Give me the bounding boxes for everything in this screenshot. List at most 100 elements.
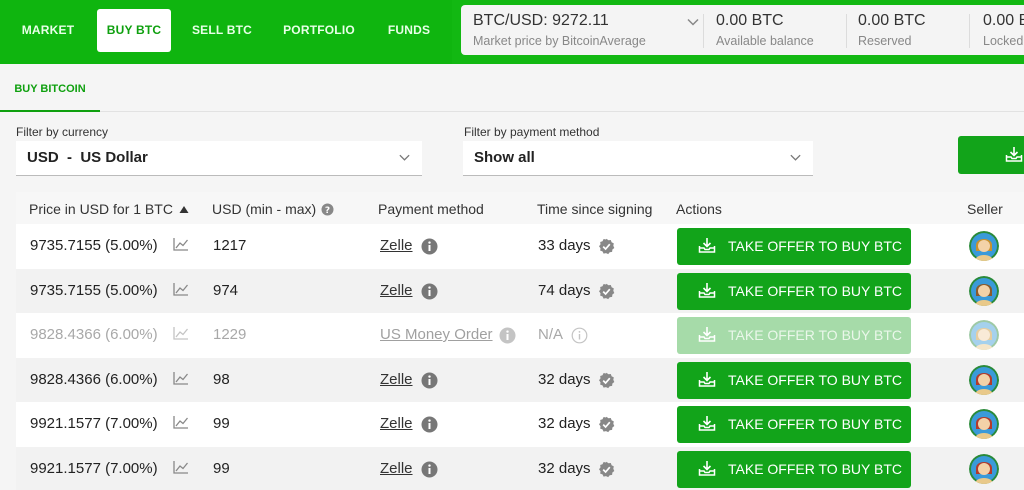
take-offer-button[interactable]: TAKE OFFER TO BUY BTC bbox=[677, 450, 911, 488]
chevron-down-icon bbox=[790, 154, 801, 161]
table-row: 9921.1577 (7.00%) 99 Zelle 32 days TAKE OFFE… bbox=[16, 402, 1024, 447]
verified-check-icon[interactable] bbox=[598, 372, 615, 389]
help-icon[interactable]: ? bbox=[321, 203, 334, 216]
trend-chart-icon[interactable] bbox=[173, 326, 189, 340]
chevron-down-icon bbox=[687, 18, 699, 26]
nav-sell-btc[interactable]: SELL BTC bbox=[186, 9, 258, 52]
offer-amount: 974 bbox=[213, 281, 239, 299]
currency-filter-select[interactable]: USD - US Dollar bbox=[16, 141, 422, 176]
market-price-selector[interactable]: BTC/USD: 9272.11 Market price by Bitcoin… bbox=[473, 5, 699, 55]
info-icon[interactable] bbox=[421, 461, 438, 478]
payment-method-link[interactable]: Zelle bbox=[380, 460, 413, 477]
divider bbox=[703, 14, 704, 48]
table-row: 9921.1577 (7.00%) 99 Zelle 32 days TAKE OFFE… bbox=[16, 446, 1024, 490]
tab-buy-bitcoin[interactable]: BUY BITCOIN bbox=[0, 64, 100, 112]
seller-avatar[interactable] bbox=[969, 409, 999, 439]
verified-check-icon[interactable] bbox=[598, 283, 615, 300]
offer-amount: 99 bbox=[213, 415, 230, 432]
payment-method-link[interactable]: Zelle bbox=[380, 371, 413, 388]
verified-check-icon[interactable] bbox=[598, 416, 615, 433]
header-payment: Payment method bbox=[378, 201, 484, 217]
payment-filter-label: Filter by payment method bbox=[464, 125, 600, 139]
header-amount-label: USD (min - max) bbox=[212, 201, 317, 217]
trend-chart-icon[interactable] bbox=[173, 371, 189, 385]
seller-avatar[interactable] bbox=[969, 320, 999, 350]
download-tray-icon bbox=[1005, 147, 1023, 162]
offer-amount: 98 bbox=[213, 370, 230, 388]
locked-balance: 0.00 BTC Locked bbox=[983, 5, 1024, 55]
verified-check-icon[interactable] bbox=[598, 238, 615, 255]
available-balance-label: Available balance bbox=[716, 34, 814, 48]
payment-method-link[interactable]: Zelle bbox=[380, 415, 413, 432]
payment-method-link[interactable]: Zelle bbox=[380, 237, 413, 254]
available-balance: 0.00 BTC Available balance bbox=[716, 5, 846, 55]
take-offer-label: TAKE OFFER TO BUY BTC bbox=[728, 460, 902, 477]
header-amount: USD (min - max)? bbox=[212, 201, 334, 217]
nav-market[interactable]: MARKET bbox=[12, 9, 84, 52]
offer-price: 9921.1577 (7.00%) bbox=[30, 415, 158, 432]
offer-price: 9828.4366 (6.00%) bbox=[30, 326, 158, 343]
info-icon[interactable] bbox=[421, 416, 438, 433]
nav-buy-btc[interactable]: BUY BTC bbox=[97, 9, 171, 52]
trend-chart-icon[interactable] bbox=[173, 460, 189, 474]
info-icon[interactable] bbox=[421, 238, 438, 255]
offer-amount: 1229 bbox=[213, 326, 247, 343]
offer-price: 9735.7155 (5.00%) bbox=[30, 237, 158, 254]
time-since-signing: N/A bbox=[538, 326, 564, 343]
create-offer-button[interactable] bbox=[958, 136, 1024, 174]
seller-avatar[interactable] bbox=[969, 453, 999, 484]
take-offer-button[interactable]: TAKE OFFER TO BUY BTC bbox=[677, 406, 911, 443]
time-since-signing: 74 days bbox=[538, 281, 591, 299]
payment-filter-select[interactable]: Show all bbox=[463, 141, 813, 176]
info-outline-icon[interactable] bbox=[571, 327, 588, 344]
download-tray-icon bbox=[698, 327, 716, 342]
table-row: 9828.4366 (6.00%) 98 Zelle 32 days TAKE OFFE… bbox=[16, 357, 1024, 402]
svg-text:?: ? bbox=[325, 206, 330, 216]
download-tray-icon bbox=[698, 416, 716, 431]
nav-funds[interactable]: FUNDS bbox=[380, 9, 438, 52]
header-seller: Seller bbox=[967, 201, 1003, 217]
take-offer-button[interactable]: TAKE OFFER TO BUY BTC bbox=[677, 361, 911, 399]
verified-check-icon[interactable] bbox=[598, 461, 615, 478]
nav-portfolio[interactable]: PORTFOLIO bbox=[276, 9, 362, 52]
take-offer-button[interactable]: TAKE OFFER TO BUY BTC bbox=[677, 317, 911, 354]
sort-up-icon bbox=[179, 206, 189, 213]
chevron-down-icon bbox=[399, 154, 410, 161]
header-price[interactable]: Price in USD for 1 BTC bbox=[29, 201, 189, 217]
info-icon[interactable] bbox=[499, 327, 516, 344]
take-offer-button[interactable]: TAKE OFFER TO BUY BTC bbox=[677, 228, 911, 265]
market-price-source: Market price by BitcoinAverage bbox=[473, 34, 646, 48]
market-info-panel: BTC/USD: 9272.11 Market price by Bitcoin… bbox=[461, 5, 1024, 55]
payment-method-link[interactable]: Zelle bbox=[380, 282, 413, 299]
offer-amount: 1217 bbox=[213, 237, 247, 254]
offer-amount: 99 bbox=[213, 459, 230, 477]
offer-price: 9828.4366 (6.00%) bbox=[30, 370, 158, 388]
seller-avatar[interactable] bbox=[969, 364, 999, 395]
trend-chart-icon[interactable] bbox=[173, 415, 189, 429]
time-since-signing: 32 days bbox=[538, 459, 591, 477]
take-offer-label: TAKE OFFER TO BUY BTC bbox=[728, 416, 902, 432]
take-offer-button[interactable]: TAKE OFFER TO BUY BTC bbox=[677, 272, 911, 310]
table-row: 9735.7155 (5.00%) 974 Zelle 74 days TAKE OFF… bbox=[16, 268, 1024, 313]
payment-method-link[interactable]: US Money Order bbox=[380, 326, 493, 343]
currency-filter-value: USD - US Dollar bbox=[27, 149, 148, 166]
take-offer-label: TAKE OFFER TO BUY BTC bbox=[728, 238, 902, 254]
trend-chart-icon[interactable] bbox=[173, 237, 189, 251]
take-offer-label: TAKE OFFER TO BUY BTC bbox=[728, 282, 902, 299]
available-balance-value: 0.00 BTC bbox=[716, 12, 784, 29]
table-row: 9735.7155 (5.00%) 1217 Zelle 33 days TAKE OF… bbox=[16, 224, 1024, 269]
info-icon[interactable] bbox=[421, 372, 438, 389]
header-actions: Actions bbox=[676, 201, 722, 217]
seller-avatar[interactable] bbox=[969, 231, 999, 261]
info-icon[interactable] bbox=[421, 283, 438, 300]
payment-filter-value: Show all bbox=[474, 149, 535, 166]
reserved-balance: 0.00 BTC Reserved bbox=[858, 5, 968, 55]
offer-price: 9735.7155 (5.00%) bbox=[30, 281, 158, 299]
subtab-bar bbox=[0, 64, 1024, 112]
trend-chart-icon[interactable] bbox=[173, 282, 189, 296]
divider bbox=[969, 14, 970, 48]
seller-avatar[interactable] bbox=[969, 275, 999, 306]
download-tray-icon bbox=[698, 238, 716, 253]
market-price: BTC/USD: 9272.11 bbox=[473, 12, 609, 29]
time-since-signing: 33 days bbox=[538, 237, 591, 254]
